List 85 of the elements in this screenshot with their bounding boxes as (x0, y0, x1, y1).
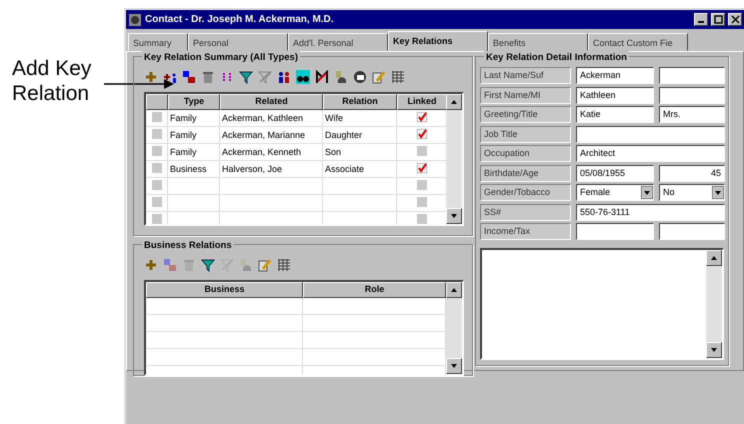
route-icon[interactable] (315, 70, 329, 84)
column-header[interactable]: Role (303, 282, 446, 298)
plus-icon[interactable] (144, 70, 158, 84)
minimize-button[interactable] (694, 13, 708, 26)
linked-squares-icon[interactable] (182, 70, 196, 84)
checkbox-checked[interactable] (416, 112, 426, 122)
table-cell: Family (168, 144, 220, 160)
input-field[interactable]: 45 (659, 164, 725, 182)
input-field[interactable] (576, 223, 654, 240)
checkbox[interactable] (416, 180, 426, 190)
close-button[interactable] (728, 13, 742, 26)
tab[interactable]: Add'l. Personal (288, 33, 388, 51)
dropdown-arrow-icon[interactable] (641, 186, 653, 200)
table-cell: Ackerman, Marianne (220, 127, 323, 143)
checkbox[interactable] (416, 197, 426, 207)
input-field[interactable]: Katie (576, 106, 654, 124)
funnel-icon[interactable] (201, 258, 215, 272)
close-icon (730, 15, 740, 24)
column-header[interactable]: Relation (323, 94, 397, 110)
field-label: Greeting/Title (480, 106, 571, 124)
checkbox[interactable] (416, 214, 426, 224)
field-label: First Name/MI (480, 86, 571, 104)
hand-paper-icon[interactable] (334, 70, 348, 84)
table-cell: Family (168, 127, 220, 143)
field-label: Gender/Tobacco (480, 184, 571, 202)
input-field[interactable]: 05/08/1955 (576, 164, 654, 182)
scrollbar[interactable] (446, 94, 462, 224)
checkbox-checked[interactable] (416, 129, 426, 139)
table-cell: Business (168, 161, 220, 177)
tab[interactable]: Personal (188, 33, 288, 51)
notes-field[interactable] (480, 248, 724, 360)
maximize-button[interactable] (711, 13, 725, 26)
dropdown-arrow-icon[interactable] (712, 186, 724, 200)
dropdown[interactable]: Female (576, 184, 654, 202)
field-label: Birthdate/Age (480, 164, 571, 182)
grid-icon[interactable] (391, 70, 405, 84)
field-label: Occupation (480, 145, 571, 162)
field-label: Income/Tax (480, 223, 571, 240)
column-header[interactable]: Related (220, 94, 323, 110)
field-label: SS# (480, 204, 571, 221)
input-field[interactable]: Ackerman (576, 67, 654, 84)
funnel-icon[interactable] (239, 70, 253, 84)
input-field[interactable]: Mrs. (659, 106, 725, 124)
table-cell: Family (168, 110, 220, 126)
table-cell: Son (323, 144, 397, 160)
table-cell: Ackerman, Kathleen (220, 110, 323, 126)
people-icon[interactable] (277, 70, 291, 84)
scrollbar[interactable] (446, 282, 462, 374)
table-cell: Daughter (323, 127, 397, 143)
callout-arrow (104, 79, 174, 89)
envelope-circle-icon[interactable] (353, 70, 367, 84)
dropdown[interactable]: No (659, 184, 725, 202)
pencil-note-icon[interactable] (258, 258, 272, 272)
pencil-note-icon[interactable] (372, 70, 386, 84)
scrollbar[interactable] (706, 250, 722, 358)
field-label: Job Title (480, 126, 571, 143)
binoculars-icon[interactable] (296, 70, 310, 84)
tab[interactable]: Contact Custom Fie (588, 33, 688, 51)
table-cell: Associate (323, 161, 397, 177)
input-field[interactable] (576, 126, 725, 143)
checkbox[interactable] (416, 146, 426, 156)
input-field[interactable]: Architect (576, 145, 725, 162)
grid-icon[interactable] (277, 258, 291, 272)
sort-icon[interactable] (220, 70, 234, 84)
tab[interactable]: Key Relations (388, 31, 488, 51)
table-cell: Ackerman, Kenneth (220, 144, 323, 160)
input-field[interactable] (659, 223, 725, 240)
callout-text: Add Key Relation (12, 56, 92, 106)
column-header[interactable] (146, 94, 168, 110)
column-header[interactable]: Business (146, 282, 303, 298)
input-field[interactable]: 550-76-3111 (576, 204, 725, 221)
window-title: Contact - Dr. Joseph M. Ackerman, M.D. (145, 13, 335, 27)
trash-icon[interactable] (201, 70, 215, 84)
column-header[interactable]: Type (168, 94, 220, 110)
input-field[interactable]: Kathleen (576, 86, 654, 104)
table-cell: Halverson, Joe (220, 161, 323, 177)
app-icon (128, 12, 142, 26)
field-label: Last Name/Suf (480, 67, 571, 84)
table-cell: Wife (323, 110, 397, 126)
input-field[interactable] (659, 86, 725, 104)
checkbox-checked[interactable] (416, 163, 426, 173)
maximize-icon (714, 15, 722, 24)
input-field[interactable] (659, 67, 725, 84)
tab[interactable]: Summary (128, 33, 188, 51)
tab[interactable]: Benefits (488, 33, 588, 51)
